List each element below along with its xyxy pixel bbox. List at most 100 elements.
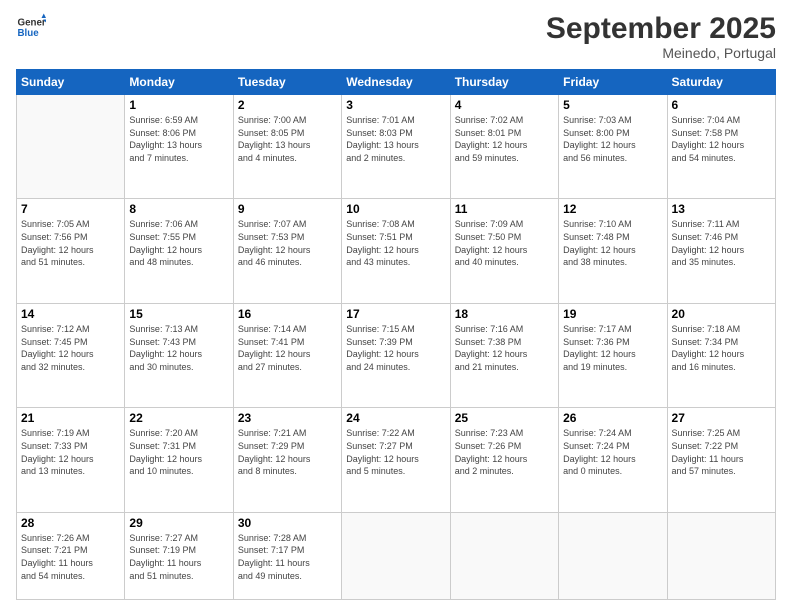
- col-saturday: Saturday: [667, 70, 775, 95]
- day-number: 10: [346, 202, 445, 216]
- day-number: 18: [455, 307, 554, 321]
- day-number: 24: [346, 411, 445, 425]
- day-number: 20: [672, 307, 771, 321]
- table-row: 27 Sunrise: 7:25 AM Sunset: 7:22 PM Dayli…: [667, 408, 775, 512]
- day-number: 15: [129, 307, 228, 321]
- table-row: 1 Sunrise: 6:59 AM Sunset: 8:06 PM Daylig…: [125, 95, 233, 199]
- day-info: Sunrise: 7:15 AM Sunset: 7:39 PM Dayligh…: [346, 323, 445, 373]
- table-row: 21Sunrise: 7:19 AM Sunset: 7:33 PM Dayli…: [17, 408, 125, 512]
- col-thursday: Thursday: [450, 70, 558, 95]
- day-info: Sunrise: 7:04 AM Sunset: 7:58 PM Dayligh…: [672, 114, 771, 164]
- day-info: Sunrise: 7:00 AM Sunset: 8:05 PM Dayligh…: [238, 114, 337, 164]
- day-number: 23: [238, 411, 337, 425]
- table-row: 23 Sunrise: 7:21 AM Sunset: 7:29 PM Dayli…: [233, 408, 341, 512]
- day-info: Sunrise: 7:12 AM Sunset: 7:45 PM Dayligh…: [21, 323, 120, 373]
- day-info: Sunrise: 7:01 AM Sunset: 8:03 PM Dayligh…: [346, 114, 445, 164]
- table-row: 8 Sunrise: 7:06 AM Sunset: 7:55 PM Daylig…: [125, 199, 233, 303]
- day-info: Sunrise: 7:20 AM Sunset: 7:31 PM Dayligh…: [129, 427, 228, 477]
- table-row: 14 Sunrise: 7:12 AM Sunset: 7:45 PM Dayli…: [17, 303, 125, 407]
- day-number: 9: [238, 202, 337, 216]
- svg-text:Blue: Blue: [18, 28, 40, 39]
- day-info: Sunrise: 7:03 AM Sunset: 8:00 PM Dayligh…: [563, 114, 662, 164]
- table-row: 13 Sunrise: 7:11 AM Sunset: 7:46 PM Dayli…: [667, 199, 775, 303]
- day-number: 13: [672, 202, 771, 216]
- header: General Blue September 2025 Meinedo, Por…: [16, 12, 776, 61]
- day-number: 5: [563, 98, 662, 112]
- calendar-table: Sunday Monday Tuesday Wednesday Thursday…: [16, 69, 776, 600]
- day-number: 17: [346, 307, 445, 321]
- day-number: 21: [21, 411, 120, 425]
- day-number: 14: [21, 307, 120, 321]
- page-title: September 2025: [546, 12, 776, 45]
- day-number: 12: [563, 202, 662, 216]
- col-tuesday: Tuesday: [233, 70, 341, 95]
- table-row: 19 Sunrise: 7:17 AM Sunset: 7:36 PM Dayli…: [559, 303, 667, 407]
- day-info: Sunrise: 7:27 AM Sunset: 7:19 PM Dayligh…: [129, 532, 228, 582]
- day-info: Sunrise: 7:08 AM Sunset: 7:51 PM Dayligh…: [346, 218, 445, 268]
- day-number: 6: [672, 98, 771, 112]
- page-subtitle: Meinedo, Portugal: [546, 45, 776, 61]
- col-friday: Friday: [559, 70, 667, 95]
- table-row: 28Sunrise: 7:26 AM Sunset: 7:21 PM Dayli…: [17, 512, 125, 599]
- day-number: 29: [129, 516, 228, 530]
- table-row: 24 Sunrise: 7:22 AM Sunset: 7:27 PM Dayli…: [342, 408, 450, 512]
- table-row: 3 Sunrise: 7:01 AM Sunset: 8:03 PM Daylig…: [342, 95, 450, 199]
- day-number: 19: [563, 307, 662, 321]
- table-row: 2 Sunrise: 7:00 AM Sunset: 8:05 PM Daylig…: [233, 95, 341, 199]
- day-info: Sunrise: 7:23 AM Sunset: 7:26 PM Dayligh…: [455, 427, 554, 477]
- table-row: [342, 512, 450, 599]
- day-info: Sunrise: 7:14 AM Sunset: 7:41 PM Dayligh…: [238, 323, 337, 373]
- table-row: [667, 512, 775, 599]
- day-info: Sunrise: 7:16 AM Sunset: 7:38 PM Dayligh…: [455, 323, 554, 373]
- day-info: Sunrise: 7:06 AM Sunset: 7:55 PM Dayligh…: [129, 218, 228, 268]
- table-row: 11 Sunrise: 7:09 AM Sunset: 7:50 PM Dayli…: [450, 199, 558, 303]
- logo: General Blue: [16, 12, 46, 42]
- table-row: [450, 512, 558, 599]
- day-number: 26: [563, 411, 662, 425]
- table-row: 26 Sunrise: 7:24 AM Sunset: 7:24 PM Dayli…: [559, 408, 667, 512]
- table-row: 29 Sunrise: 7:27 AM Sunset: 7:19 PM Dayli…: [125, 512, 233, 599]
- day-info: Sunrise: 7:28 AM Sunset: 7:17 PM Dayligh…: [238, 532, 337, 582]
- page: General Blue September 2025 Meinedo, Por…: [0, 0, 792, 612]
- day-number: 1: [129, 98, 228, 112]
- col-monday: Monday: [125, 70, 233, 95]
- day-info: Sunrise: 7:13 AM Sunset: 7:43 PM Dayligh…: [129, 323, 228, 373]
- day-info: Sunrise: 6:59 AM Sunset: 8:06 PM Dayligh…: [129, 114, 228, 164]
- day-info: Sunrise: 7:24 AM Sunset: 7:24 PM Dayligh…: [563, 427, 662, 477]
- table-row: 30 Sunrise: 7:28 AM Sunset: 7:17 PM Dayli…: [233, 512, 341, 599]
- day-info: Sunrise: 7:21 AM Sunset: 7:29 PM Dayligh…: [238, 427, 337, 477]
- table-row: 10 Sunrise: 7:08 AM Sunset: 7:51 PM Dayli…: [342, 199, 450, 303]
- day-info: Sunrise: 7:09 AM Sunset: 7:50 PM Dayligh…: [455, 218, 554, 268]
- day-info: Sunrise: 7:05 AM Sunset: 7:56 PM Dayligh…: [21, 218, 120, 268]
- day-number: 28: [21, 516, 120, 530]
- day-number: 4: [455, 98, 554, 112]
- day-number: 30: [238, 516, 337, 530]
- day-info: Sunrise: 7:22 AM Sunset: 7:27 PM Dayligh…: [346, 427, 445, 477]
- day-number: 27: [672, 411, 771, 425]
- day-number: 3: [346, 98, 445, 112]
- table-row: 20 Sunrise: 7:18 AM Sunset: 7:34 PM Dayli…: [667, 303, 775, 407]
- day-number: 8: [129, 202, 228, 216]
- table-row: 7 Sunrise: 7:05 AM Sunset: 7:56 PM Daylig…: [17, 199, 125, 303]
- table-row: 15 Sunrise: 7:13 AM Sunset: 7:43 PM Dayli…: [125, 303, 233, 407]
- table-row: 4 Sunrise: 7:02 AM Sunset: 8:01 PM Daylig…: [450, 95, 558, 199]
- svg-text:General: General: [18, 18, 47, 29]
- table-row: 22Sunrise: 7:20 AM Sunset: 7:31 PM Dayli…: [125, 408, 233, 512]
- table-row: 18 Sunrise: 7:16 AM Sunset: 7:38 PM Dayli…: [450, 303, 558, 407]
- day-info: Sunrise: 7:07 AM Sunset: 7:53 PM Dayligh…: [238, 218, 337, 268]
- day-info: Sunrise: 7:10 AM Sunset: 7:48 PM Dayligh…: [563, 218, 662, 268]
- day-number: 25: [455, 411, 554, 425]
- day-info: Sunrise: 7:18 AM Sunset: 7:34 PM Dayligh…: [672, 323, 771, 373]
- col-wednesday: Wednesday: [342, 70, 450, 95]
- table-row: 16Sunrise: 7:14 AM Sunset: 7:41 PM Dayli…: [233, 303, 341, 407]
- day-info: Sunrise: 7:17 AM Sunset: 7:36 PM Dayligh…: [563, 323, 662, 373]
- table-row: 17 Sunrise: 7:15 AM Sunset: 7:39 PM Dayli…: [342, 303, 450, 407]
- day-info: Sunrise: 7:11 AM Sunset: 7:46 PM Dayligh…: [672, 218, 771, 268]
- title-block: September 2025 Meinedo, Portugal: [546, 12, 776, 61]
- day-info: Sunrise: 7:02 AM Sunset: 8:01 PM Dayligh…: [455, 114, 554, 164]
- day-number: 11: [455, 202, 554, 216]
- day-info: Sunrise: 7:25 AM Sunset: 7:22 PM Dayligh…: [672, 427, 771, 477]
- day-number: 7: [21, 202, 120, 216]
- day-number: 2: [238, 98, 337, 112]
- table-row: [17, 95, 125, 199]
